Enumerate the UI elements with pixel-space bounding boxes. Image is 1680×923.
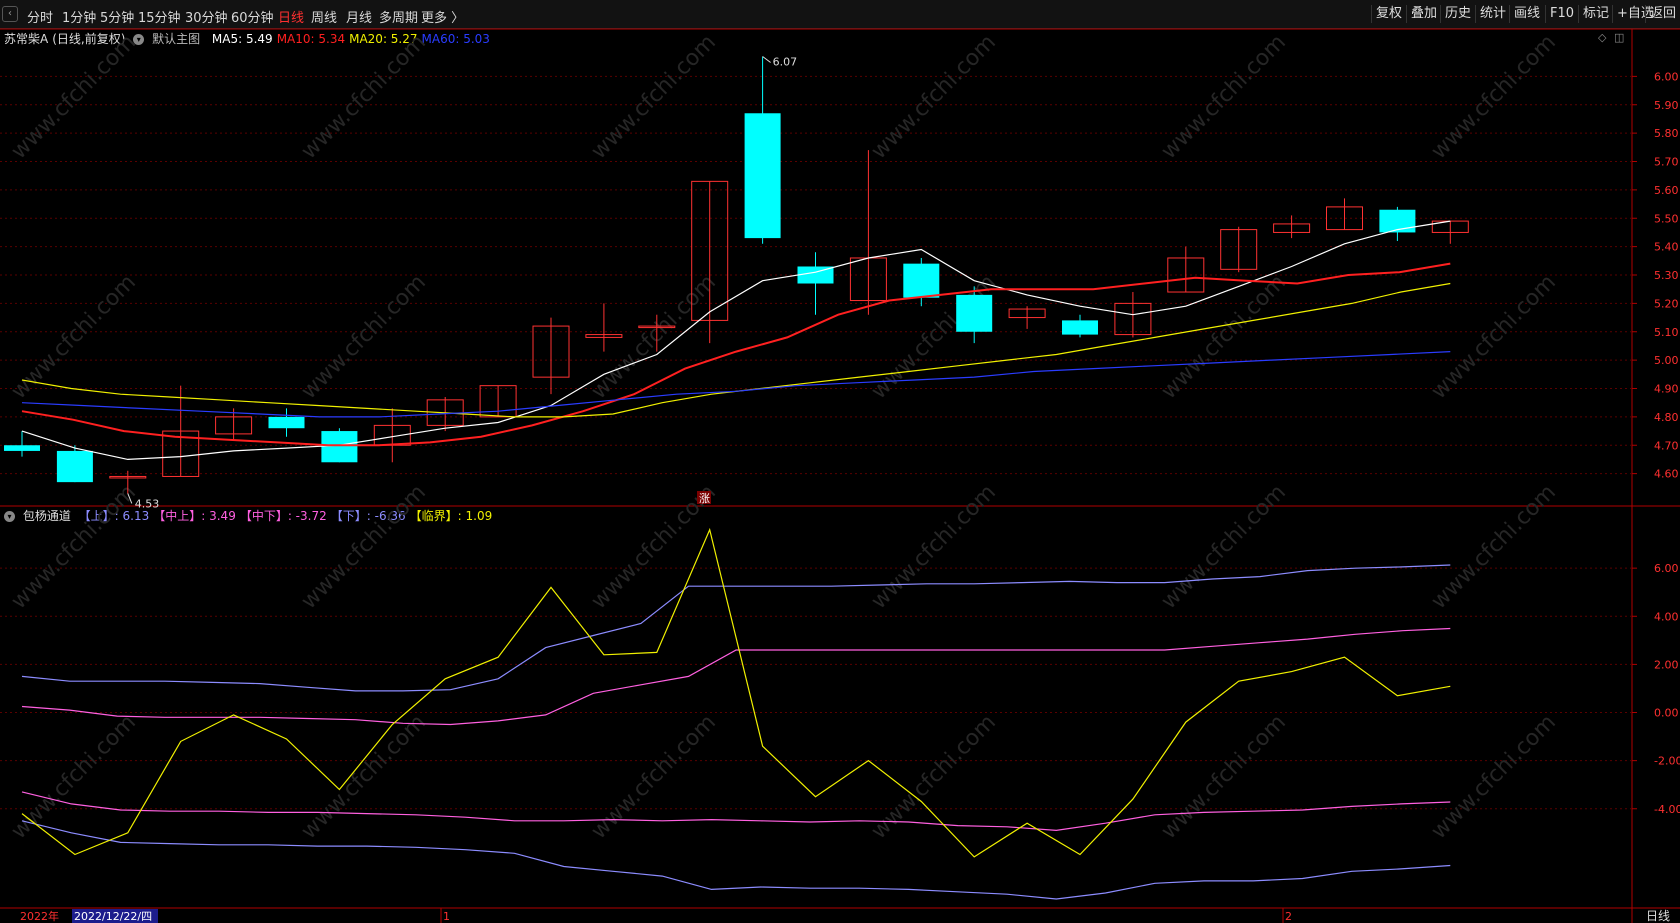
candle-down [744,113,781,239]
ma-line-ma60 [21,351,1451,418]
watermark: www.cfchi.com [1427,30,1561,164]
month-label: 2 [1285,910,1292,923]
upper-line [21,564,1451,692]
main-y-tick-label: 5.10 [1654,326,1679,339]
main-y-tick-label: 4.70 [1654,439,1679,452]
main-y-tick-label: 5.60 [1654,184,1679,197]
watermark: www.cfchi.com [1157,480,1291,614]
main-y-tick-label: 5.00 [1654,354,1679,367]
watermark: www.cfchi.com [7,30,141,164]
watermark: www.cfchi.com [7,270,141,404]
watermark: www.cfchi.com [297,710,431,844]
main-y-tick-label: 4.90 [1654,383,1679,396]
watermark: www.cfchi.com [1157,710,1291,844]
period-indicator: 日线 [1646,909,1670,923]
mid-upper-line [21,627,1451,726]
critical-line [21,527,1451,858]
high-marker-pointer [762,56,771,63]
ma-line-ma10 [21,262,1451,447]
candle-down [903,263,940,298]
watermark: www.cfchi.com [587,30,721,164]
main-y-tick-label: 5.50 [1654,212,1679,225]
watermark: www.cfchi.com [867,480,1001,614]
candle-down [268,416,305,429]
main-y-tick-label: 5.80 [1654,127,1679,140]
sub-y-tick-label: 2.00 [1654,658,1679,671]
sub-y-tick-label: 4.00 [1654,610,1679,623]
watermark: www.cfchi.com [867,30,1001,164]
watermark: www.cfchi.com [1157,30,1291,164]
high-price-label: 6.07 [773,56,798,69]
candle-down [4,445,40,451]
watermark: www.cfchi.com [587,710,721,844]
rise-badge: 涨 [699,492,710,505]
main-y-tick-label: 4.60 [1654,468,1679,481]
main-y-tick-label: 5.90 [1654,99,1679,112]
watermark: www.cfchi.com [1427,480,1561,614]
watermark: www.cfchi.com [297,30,431,164]
candle-down [956,294,993,332]
main-y-tick-label: 5.30 [1654,269,1679,282]
candle-down [321,431,358,463]
main-y-tick-label: 5.20 [1654,297,1679,310]
sub-y-tick-label: 0.00 [1654,707,1679,720]
watermark: www.cfchi.com [7,710,141,844]
watermark: www.cfchi.com [1157,270,1291,404]
sub-y-tick-label: -4.00 [1654,803,1680,816]
month-label: 1 [443,910,450,923]
main-y-tick-label: 5.70 [1654,156,1679,169]
watermark: www.cfchi.com [1427,710,1561,844]
main-y-tick-label: 6.00 [1654,70,1679,83]
chart-canvas[interactable]: 6.00 5.90 5.80 5.70 5.60 5.50 5.40 5.30 5.20 5.10… [0,0,1680,923]
watermark: www.cfchi.com [1427,270,1561,404]
cursor-date-label: 2022/12/22/四 [74,910,152,923]
sub-y-tick-label: -2.00 [1654,755,1680,768]
candle-down [1062,320,1098,335]
main-y-tick-label: 5.40 [1654,241,1679,254]
watermark: www.cfchi.com [7,480,141,614]
sub-y-tick-label: 6.00 [1654,562,1679,575]
mid-lower-line [21,791,1451,832]
candle-down [56,450,93,483]
watermark: www.cfchi.com [297,480,431,614]
low-price-label: 4.53 [135,497,160,510]
watermark: www.cfchi.com [297,270,431,404]
lower-line [21,820,1451,900]
year-label: 2022年 [20,909,59,923]
main-y-tick-label: 4.80 [1654,411,1679,424]
